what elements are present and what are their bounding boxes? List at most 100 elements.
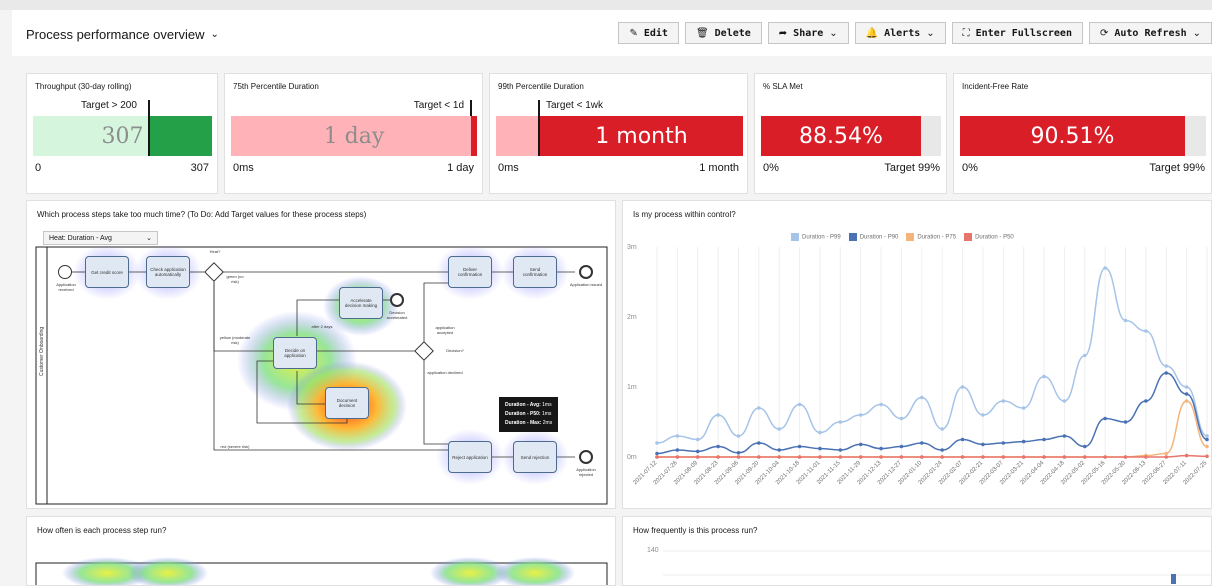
data-point[interactable] (818, 455, 822, 459)
data-point[interactable] (1144, 399, 1148, 403)
data-point[interactable] (1144, 329, 1148, 333)
data-point[interactable] (1042, 437, 1046, 442)
data-point[interactable] (1205, 434, 1209, 438)
data-point[interactable] (899, 444, 904, 449)
data-point[interactable] (777, 427, 782, 431)
data-point[interactable] (1184, 385, 1189, 389)
data-point[interactable] (1123, 455, 1128, 459)
data-point[interactable] (675, 434, 680, 438)
data-point[interactable] (838, 448, 843, 452)
data-point[interactable] (838, 455, 843, 459)
data-point[interactable] (757, 455, 761, 459)
data-point[interactable] (1164, 364, 1169, 368)
data-point[interactable] (1001, 399, 1006, 403)
data-point[interactable] (757, 441, 761, 445)
data-point[interactable] (1205, 444, 1209, 449)
data-point[interactable] (1205, 454, 1209, 459)
data-point[interactable] (818, 430, 822, 435)
data-point[interactable] (1184, 453, 1189, 458)
data-point[interactable] (695, 449, 700, 454)
data-point[interactable] (960, 385, 965, 389)
kpi-sla-met[interactable]: % SLA Met 88.54% 0% Target 99% (754, 73, 947, 194)
data-point[interactable] (736, 455, 741, 459)
data-point[interactable] (1042, 374, 1046, 379)
data-point[interactable] (920, 395, 924, 400)
task-accelerate-decision[interactable]: Accelerate decision making (339, 287, 383, 319)
data-point[interactable] (1144, 455, 1148, 459)
data-point[interactable] (960, 437, 965, 442)
share-button[interactable]: ➦ Share ⌄ (767, 22, 849, 44)
data-point[interactable] (1082, 353, 1087, 358)
data-point[interactable] (879, 446, 883, 451)
data-point[interactable] (879, 455, 883, 459)
data-point[interactable] (981, 455, 985, 459)
task-document-decision[interactable]: Document decision (325, 387, 369, 419)
task-send-confirmation[interactable]: Send confirmation (513, 256, 557, 288)
data-point[interactable] (1164, 455, 1169, 459)
data-point[interactable] (1103, 455, 1107, 459)
data-point[interactable] (981, 413, 985, 417)
kpi-incident-free-rate[interactable]: Incident-Free Rate 90.51% 0% Target 99% (953, 73, 1212, 194)
data-point[interactable] (1184, 399, 1189, 403)
data-point[interactable] (736, 451, 741, 455)
data-point[interactable] (797, 444, 802, 449)
data-point[interactable] (757, 406, 761, 410)
data-point[interactable] (920, 441, 924, 445)
data-point[interactable] (858, 442, 863, 447)
delete-button[interactable]: 🗑 Delete (684, 22, 762, 44)
data-point[interactable] (777, 455, 782, 459)
data-point[interactable] (797, 455, 802, 459)
end-event-issued[interactable] (579, 265, 593, 279)
data-point[interactable] (1042, 455, 1046, 459)
data-point[interactable] (1164, 451, 1169, 456)
alerts-button[interactable]: 🔔 Alerts ⌄ (854, 22, 946, 44)
data-point[interactable] (879, 402, 883, 407)
kpi-throughput[interactable]: Throughput (30-day rolling) Target > 200… (26, 73, 218, 194)
data-point[interactable] (1062, 455, 1067, 459)
fullscreen-button[interactable]: ⛶ Enter Fullscreen (951, 22, 1083, 44)
task-reject-application[interactable]: Reject application (448, 441, 492, 473)
end-event-rejected[interactable] (579, 450, 593, 464)
auto-refresh-button[interactable]: ⟳ Auto Refresh ⌄ (1088, 22, 1212, 44)
data-point[interactable] (1021, 439, 1026, 444)
task-check-application[interactable]: Check application automatically (146, 256, 190, 288)
data-point[interactable] (1062, 434, 1067, 438)
data-point[interactable] (736, 434, 741, 438)
data-point[interactable] (838, 420, 843, 424)
edit-button[interactable]: ✎ Edit (618, 22, 679, 44)
data-point[interactable] (899, 455, 904, 459)
data-point[interactable] (940, 455, 944, 459)
data-point[interactable] (1123, 318, 1128, 323)
data-point[interactable] (1062, 399, 1067, 403)
data-point[interactable] (716, 455, 720, 459)
data-point[interactable] (1123, 420, 1128, 424)
end-event-accelerated[interactable] (390, 293, 404, 307)
data-point[interactable] (1082, 455, 1087, 459)
data-point[interactable] (1205, 437, 1209, 442)
data-point[interactable] (1001, 441, 1006, 445)
data-point[interactable] (797, 402, 802, 407)
data-point[interactable] (655, 451, 659, 456)
data-point[interactable] (1184, 392, 1189, 396)
data-point[interactable] (655, 455, 659, 459)
kpi-p99-duration[interactable]: 99th Percentile Duration Target < 1wk 1 … (489, 73, 748, 194)
data-point[interactable] (675, 448, 680, 452)
data-point[interactable] (695, 437, 700, 442)
data-point[interactable] (920, 455, 924, 459)
data-point[interactable] (858, 413, 863, 417)
data-point[interactable] (818, 446, 822, 451)
data-point[interactable] (981, 442, 985, 447)
data-point[interactable] (655, 441, 659, 445)
data-point[interactable] (1082, 444, 1087, 449)
data-point[interactable] (1164, 371, 1169, 375)
data-point[interactable] (1021, 406, 1026, 410)
data-point[interactable] (899, 416, 904, 421)
data-point[interactable] (858, 455, 863, 459)
data-point[interactable] (675, 455, 680, 459)
data-point[interactable] (1103, 416, 1107, 421)
data-point[interactable] (1001, 455, 1006, 459)
start-event[interactable] (58, 265, 72, 279)
data-point[interactable] (1103, 266, 1107, 270)
task-deliver-confirmation[interactable]: Deliver confirmation (448, 256, 492, 288)
task-decide-on-application[interactable]: Decide on application (273, 337, 317, 369)
